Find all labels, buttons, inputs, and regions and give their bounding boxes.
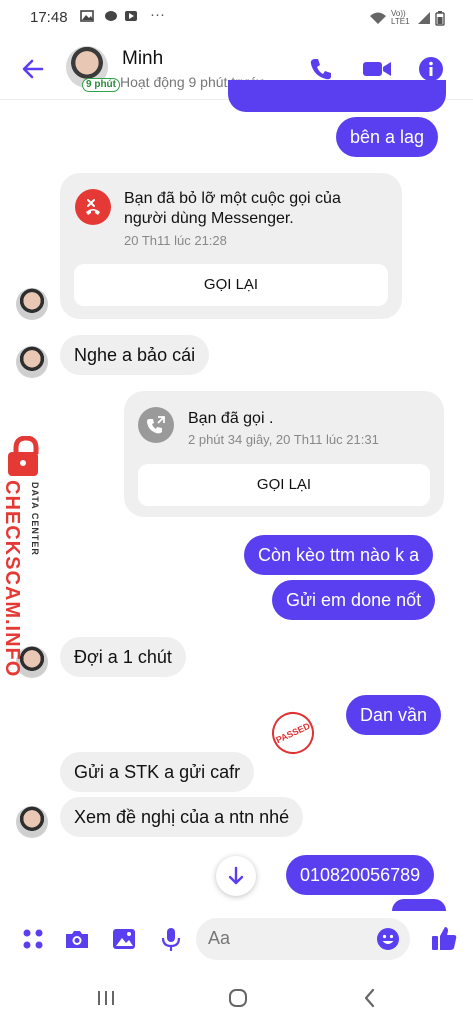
gallery-icon [80, 10, 94, 22]
watermark-label: DATA CENTER [30, 482, 40, 556]
message-bubble-out[interactable]: Còn kèo ttm nào k a [244, 535, 434, 575]
apps-grid-icon[interactable] [20, 926, 46, 952]
message-input[interactable]: Aa [196, 918, 410, 960]
message-bubble-in[interactable]: Đợi a 1 chút [60, 637, 186, 677]
message-input-placeholder: Aa [208, 928, 231, 948]
outgoing-call-card: Bạn đã gọi . 2 phút 34 giây, 20 Th11 lúc… [124, 391, 444, 517]
outgoing-call-title: Bạn đã gọi . [188, 410, 274, 427]
outgoing-call-time: 2 phút 34 giây, 20 Th11 lúc 21:31 [188, 432, 379, 447]
wifi-icon [370, 12, 386, 24]
info-icon[interactable] [418, 56, 444, 82]
message-bubble-out[interactable]: bên a lag [336, 117, 439, 157]
active-badge: 9 phút [82, 78, 120, 92]
scroll-to-bottom-button[interactable] [216, 856, 256, 896]
contact-avatar-small[interactable] [16, 806, 48, 838]
message-bubble-in[interactable]: Gửi a STK a gửi cafr [60, 752, 255, 792]
outgoing-call-icon [138, 407, 174, 443]
passed-stamp: PASSED [265, 705, 321, 761]
call-back-button[interactable]: GỌI LẠI [138, 464, 430, 506]
chat-bubble-icon [105, 11, 117, 21]
arrow-down-icon [228, 866, 244, 885]
contact-name[interactable]: Minh [122, 48, 163, 70]
missed-call-card: Bạn đã bỏ lỡ một cuộc gọi của người dùng… [60, 173, 402, 319]
back-arrow-icon[interactable] [20, 56, 46, 82]
thumbs-up-icon[interactable] [430, 924, 458, 952]
message-bubble-cut[interactable] [392, 899, 446, 911]
battery-icon [435, 10, 445, 26]
lock-icon [8, 436, 39, 476]
contact-avatar-small[interactable] [16, 288, 48, 320]
message-bubble-out[interactable]: Dan vần [346, 695, 442, 735]
missed-call-icon [75, 189, 111, 225]
video-app-icon [125, 11, 137, 21]
watermark: CHECKSCAM.INFO DATA CENTER [0, 432, 52, 678]
camera-icon[interactable] [64, 926, 90, 952]
missed-call-time: 20 Th11 lúc 21:28 [124, 233, 227, 248]
phone-icon[interactable] [308, 56, 334, 82]
recent-apps-icon[interactable] [94, 986, 118, 1010]
message-bubble-in[interactable]: Xem đề nghị của a ntn nhé [60, 797, 304, 837]
status-bar: 17:48 ··· Vo)) LTE1 [0, 0, 473, 34]
call-back-button[interactable]: GỌI LẠI [74, 264, 388, 306]
message-bubble-out[interactable]: Gửi em done nốt [272, 580, 436, 620]
gallery-icon[interactable] [111, 926, 137, 952]
composer-bar: Aa [0, 912, 473, 968]
microphone-icon[interactable] [158, 926, 184, 952]
message-bubble-out[interactable]: 010820056789 [286, 855, 435, 895]
missed-call-title: Bạn đã bỏ lỡ một cuộc gọi của người dùng… [124, 190, 341, 227]
emoji-icon[interactable] [376, 927, 400, 951]
message-bubble-cut[interactable] [228, 80, 446, 112]
more-notifications-icon: ··· [150, 6, 165, 23]
contact-avatar-small[interactable] [16, 346, 48, 378]
watermark-site: CHECKSCAM.INFO [1, 480, 23, 678]
status-right: Vo)) LTE1 [369, 10, 445, 26]
video-call-icon[interactable] [362, 56, 392, 82]
status-time: 17:48 [30, 9, 68, 26]
signal-icon [418, 12, 430, 24]
message-bubble-in[interactable]: Nghe a bảo cái [60, 335, 210, 375]
home-icon[interactable] [226, 986, 250, 1010]
back-nav-icon[interactable] [358, 986, 382, 1010]
carrier-label: Vo)) LTE1 [391, 9, 410, 26]
system-nav-bar [0, 972, 473, 1024]
